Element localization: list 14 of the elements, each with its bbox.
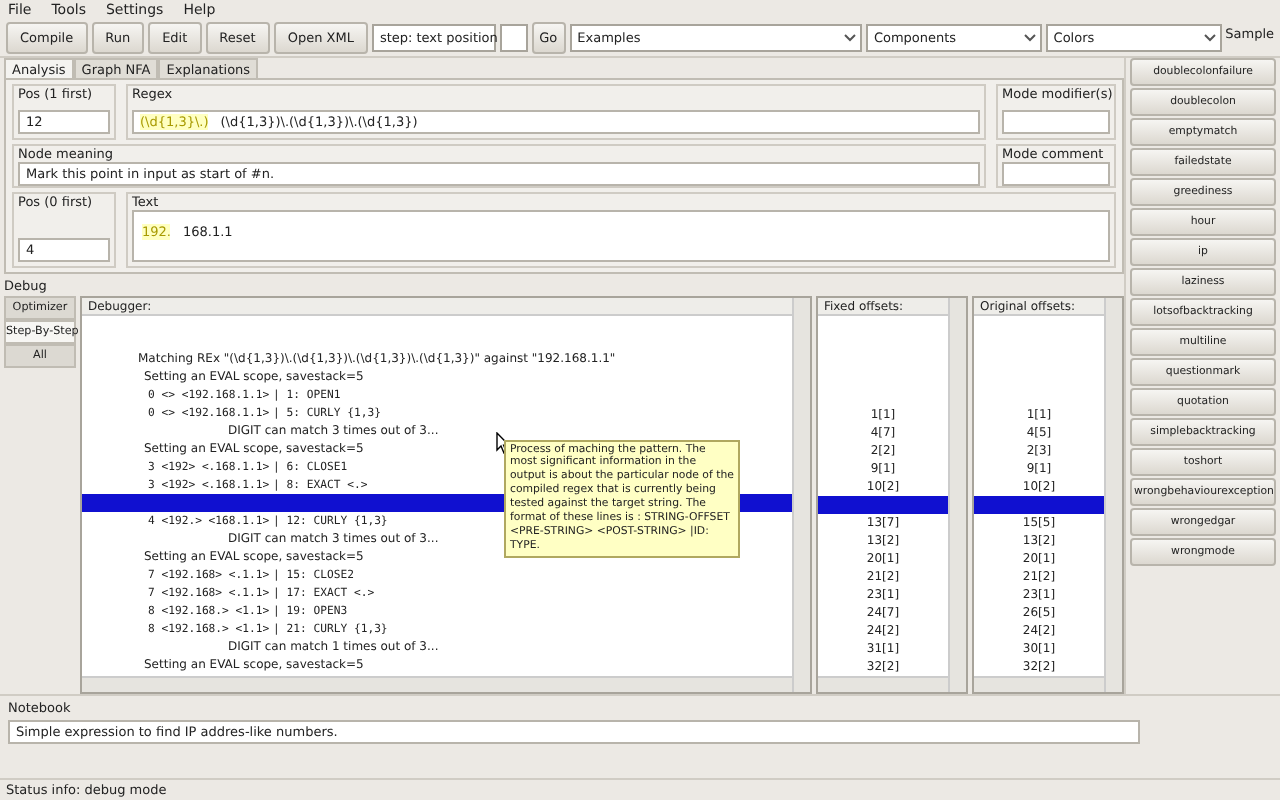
selected-row[interactable]	[818, 495, 948, 514]
step-input[interactable]	[499, 24, 528, 53]
vertical-scrollbar[interactable]	[948, 297, 966, 692]
horizontal-scrollbar[interactable]	[818, 675, 948, 692]
selected-row[interactable]	[974, 495, 1104, 514]
vertical-scrollbar[interactable]	[792, 297, 810, 692]
modifier-field[interactable]	[1002, 109, 1110, 134]
caret-icon	[1023, 34, 1036, 43]
caret-icon	[843, 34, 856, 43]
comment-field[interactable]	[1002, 161, 1110, 186]
horizontal-scrollbar[interactable]	[974, 675, 1104, 692]
vertical-scrollbar[interactable]	[1104, 297, 1122, 692]
horizontal-scrollbar[interactable]	[82, 675, 792, 692]
caret-icon	[1203, 34, 1216, 43]
